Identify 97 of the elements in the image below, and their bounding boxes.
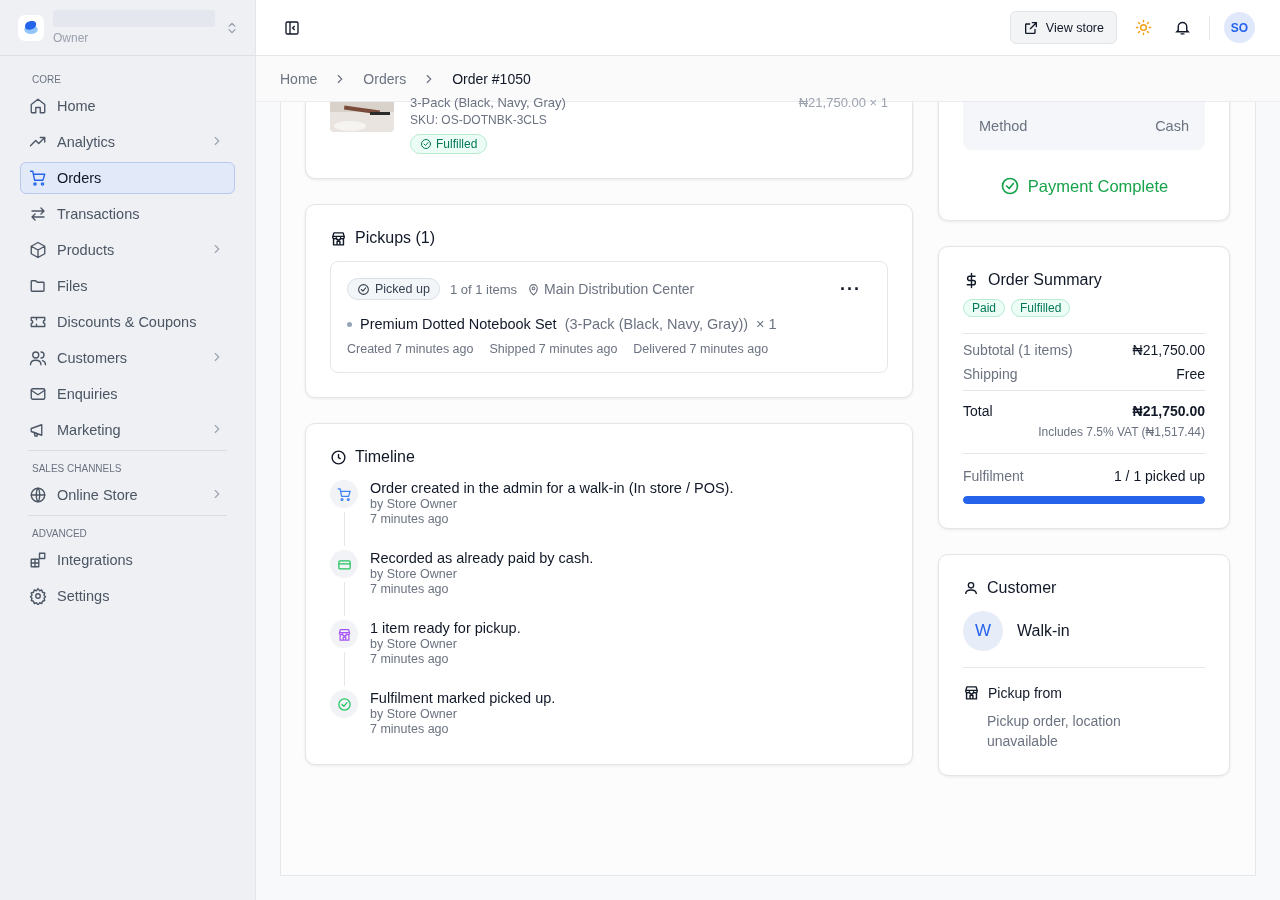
customer-name: Walk-in [1017, 622, 1070, 640]
folder-icon [29, 277, 47, 295]
item-name: Premium Dotted Notebook Set [360, 316, 557, 332]
settings-icon [29, 587, 47, 605]
event-author: by Store Owner [370, 637, 458, 651]
sun-icon [1135, 19, 1152, 36]
card-title: Order Summary [988, 271, 1102, 289]
card-title: Pickups (1) [355, 229, 436, 247]
method-value: Cash [1155, 118, 1189, 134]
sidebar-item[interactable]: Discounts & Coupons [20, 306, 235, 338]
status-badge: Picked up [347, 278, 440, 300]
summary-value: Free [1176, 366, 1205, 382]
date-text: Delivered 7 minutes ago [633, 342, 769, 356]
method-label: Method [979, 118, 1028, 134]
breadcrumb-link[interactable]: Home [280, 70, 318, 87]
event-time: 7 minutes ago [370, 722, 450, 736]
sidebar-item[interactable]: Enquiries [20, 378, 235, 410]
item-quantity: × 1 [756, 316, 777, 332]
payment-status: Payment Complete [1027, 176, 1169, 196]
item-count: 1 of 1 items [449, 281, 518, 297]
event-text: Order created in the admin for a walk-in (In store / POS). [370, 480, 734, 496]
pickup-title: Pickup from [988, 684, 1062, 701]
status-badge: Fulfilled [410, 134, 488, 154]
summary-value: ₦21,750.00 [1132, 342, 1205, 358]
event-time: 7 minutes ago [370, 512, 450, 526]
customer-avatar: W [963, 611, 1003, 651]
summary-label: Shipping [963, 366, 1018, 382]
person-icon [963, 580, 979, 596]
bullet-icon [347, 321, 352, 327]
variant-text: 3-Pack (Black, Navy, Gray) [410, 95, 567, 110]
breadcrumb-link[interactable]: Order #1050 [452, 70, 531, 87]
event-time: 7 minutes ago [370, 652, 450, 666]
store-icon [336, 626, 352, 642]
box-icon [29, 241, 47, 259]
sidebar-item[interactable]: Online Store [20, 479, 235, 511]
external-link-icon [1022, 19, 1039, 36]
arrows-icon [29, 205, 47, 223]
view-store-button[interactable]: View store [1009, 11, 1117, 44]
item-variant: (3-Pack (Black, Navy, Gray)) [564, 316, 749, 332]
summary-label: Subtotal (1 items) [963, 342, 1073, 358]
pin-icon [527, 282, 541, 296]
panel-icon [284, 19, 300, 36]
status-badge: Paid [963, 299, 1006, 317]
more-button[interactable]: ··· [830, 278, 871, 300]
store-logo [18, 14, 44, 41]
fulfilment-label: Fulfilment [963, 468, 1024, 484]
date-text: Shipped 7 minutes ago [489, 342, 618, 356]
total-value: ₦21,750.00 [1132, 403, 1205, 419]
check-circle-icon [420, 138, 432, 150]
card-title: Timeline [355, 448, 415, 466]
event-time: 7 minutes ago [370, 582, 450, 596]
clock-icon [330, 448, 347, 466]
event-author: by Store Owner [370, 707, 458, 721]
breadcrumb-link[interactable]: Orders [363, 70, 407, 87]
section-label: SALES CHANNELS [31, 462, 123, 476]
check-circle-icon [999, 176, 1020, 196]
sidebar-item[interactable]: Products [20, 234, 235, 266]
sidebar-item[interactable]: Orders [20, 162, 235, 194]
cart-icon [336, 486, 352, 502]
vat-note: Includes 7.5% VAT (₦1,517.44) [1037, 425, 1205, 439]
event-text: Fulfilment marked picked up. [370, 690, 556, 706]
location-text: Main Distribution Center [544, 281, 695, 297]
sidebar-item[interactable]: Files [20, 270, 235, 302]
fulfilment-value: 1 / 1 picked up [1113, 468, 1205, 484]
event-author: by Store Owner [370, 497, 458, 511]
globe-icon [29, 486, 47, 504]
blocks-icon [29, 551, 47, 569]
section-label: CORE [31, 73, 62, 87]
event-text: 1 item ready for pickup. [370, 620, 521, 636]
card-title: Customer [987, 579, 1057, 597]
sidebar-item[interactable]: Analytics [20, 126, 235, 158]
sidebar-item[interactable]: Transactions [20, 198, 235, 230]
cart-icon [29, 169, 47, 187]
event-text: Recorded as already paid by cash. [370, 550, 594, 566]
check-circle-icon [357, 282, 370, 296]
price-text: ₦21,750.00 × 1 [798, 95, 888, 112]
check-circle-icon [336, 696, 352, 712]
section-label: ADVANCED [31, 527, 88, 541]
account-role: Owner [53, 31, 90, 45]
mail-icon [29, 385, 47, 403]
sku-text: SKU: OS-DOTNBK-3CLS [410, 113, 548, 127]
sidebar-item[interactable]: Integrations [20, 544, 235, 576]
sidebar-item[interactable]: Marketing [20, 414, 235, 446]
total-label: Total [963, 403, 993, 419]
sidebar-item[interactable]: Settings [20, 580, 235, 612]
user-avatar[interactable]: SO [1224, 12, 1255, 43]
event-author: by Store Owner [370, 567, 458, 581]
users-icon [29, 349, 47, 367]
home-icon [29, 97, 47, 115]
store-icon [963, 684, 980, 701]
status-badge: Fulfilled [1011, 299, 1071, 317]
store-icon [330, 229, 347, 247]
sidebar-item[interactable]: Customers [20, 342, 235, 374]
pickup-text: Pickup order, location unavailable [986, 712, 1122, 751]
date-text: Created 7 minutes ago [347, 342, 474, 356]
sidebar-item[interactable]: Home [20, 90, 235, 122]
bell-icon [1174, 19, 1191, 36]
